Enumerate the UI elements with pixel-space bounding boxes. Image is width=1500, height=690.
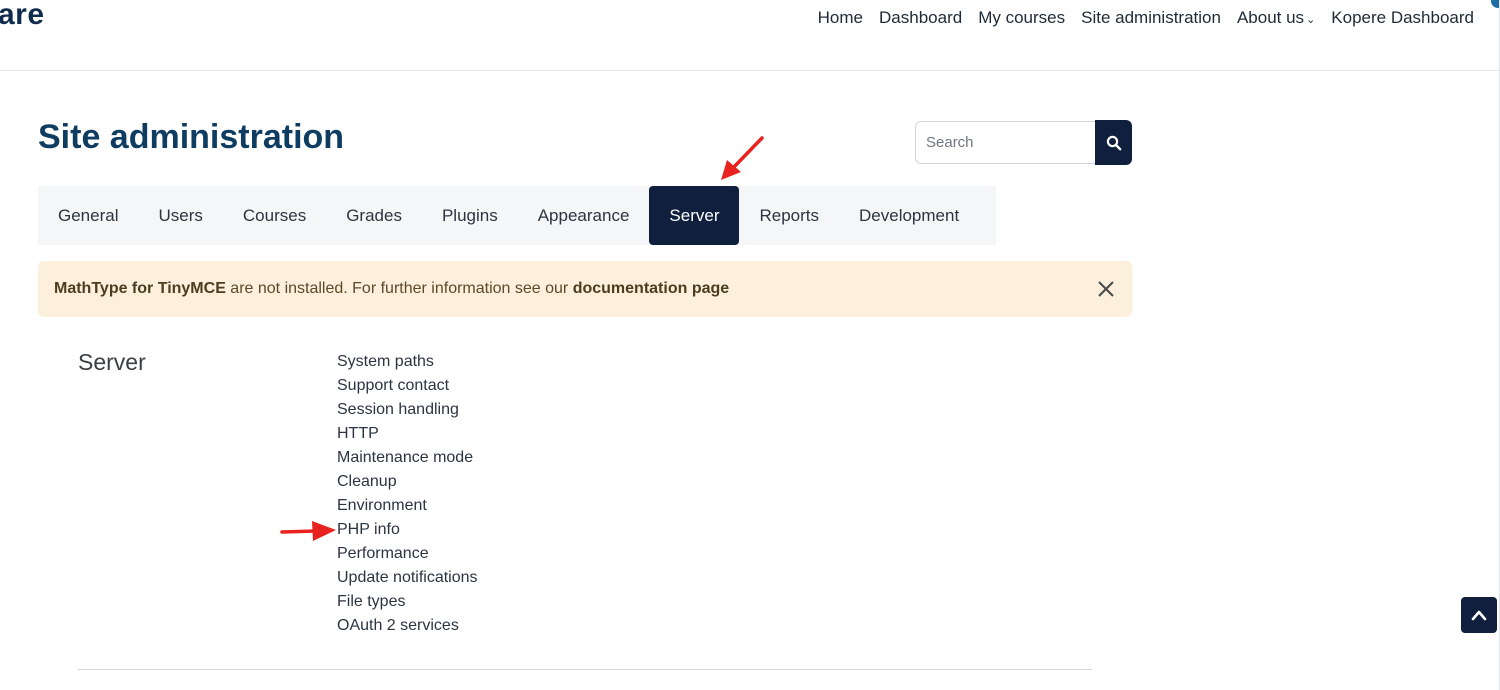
nav-home[interactable]: Home: [818, 8, 863, 28]
section-title: Server: [78, 349, 146, 375]
tab-courses[interactable]: Courses: [223, 186, 326, 245]
page: are Home Dashboard My courses Site admin…: [0, 0, 1500, 690]
nav-site-administration[interactable]: Site administration: [1081, 8, 1221, 28]
close-icon: [1098, 281, 1114, 297]
arrow-to-server-tab-icon: [721, 136, 764, 180]
link-http[interactable]: HTTP: [337, 425, 379, 442]
link-environment[interactable]: Environment: [337, 497, 427, 514]
list-item: System paths: [337, 351, 478, 375]
nav-about-us-label: About us: [1236, 8, 1305, 27]
alert-message: MathType for TinyMCE are not installed. …: [54, 280, 729, 298]
chevron-down-icon: ⌄: [1306, 14, 1316, 26]
list-item: Support contact: [337, 375, 478, 399]
server-links-list: System paths Support contact Session han…: [337, 351, 478, 639]
list-item: PHP info: [337, 519, 478, 543]
list-item: Update notifications: [337, 567, 478, 591]
tab-appearance[interactable]: Appearance: [518, 186, 650, 245]
list-item: OAuth 2 services: [337, 615, 478, 639]
list-item: Maintenance mode: [337, 447, 478, 471]
nav-dashboard[interactable]: Dashboard: [879, 8, 962, 28]
link-oauth2-services[interactable]: OAuth 2 services: [337, 617, 459, 634]
section-divider: [78, 669, 1092, 670]
tab-server[interactable]: Server: [649, 186, 740, 245]
tab-grades[interactable]: Grades: [326, 186, 422, 245]
search-icon: [1106, 135, 1121, 150]
alert-close-button[interactable]: [1092, 275, 1120, 303]
link-file-types[interactable]: File types: [337, 593, 405, 610]
link-cleanup[interactable]: Cleanup: [337, 473, 397, 490]
mathtype-alert: MathType for TinyMCE are not installed. …: [38, 261, 1132, 317]
link-support-contact[interactable]: Support contact: [337, 377, 449, 394]
top-navbar: are Home Dashboard My courses Site admin…: [0, 0, 1500, 71]
nav-kopere-dashboard[interactable]: Kopere Dashboard: [1331, 8, 1474, 28]
search-button[interactable]: [1095, 120, 1132, 165]
link-maintenance-mode[interactable]: Maintenance mode: [337, 449, 473, 466]
search-input[interactable]: [915, 121, 1095, 164]
link-session-handling[interactable]: Session handling: [337, 401, 459, 418]
list-item: Environment: [337, 495, 478, 519]
arrow-to-php-info-icon: [280, 521, 336, 541]
nav-my-courses[interactable]: My courses: [978, 8, 1065, 28]
tab-general[interactable]: General: [38, 186, 138, 245]
list-item: Performance: [337, 543, 478, 567]
link-update-notifications[interactable]: Update notifications: [337, 569, 478, 586]
nav-about-us[interactable]: About us ⌄: [1237, 8, 1315, 28]
list-item: Session handling: [337, 399, 478, 423]
page-title: Site administration: [38, 118, 345, 156]
link-performance[interactable]: Performance: [337, 545, 429, 562]
link-system-paths[interactable]: System paths: [337, 353, 434, 370]
list-item: HTTP: [337, 423, 478, 447]
link-php-info[interactable]: PHP info: [337, 521, 400, 538]
documentation-link[interactable]: documentation page: [573, 280, 729, 297]
admin-tabs: General Users Courses Grades Plugins App…: [38, 186, 996, 245]
tab-reports[interactable]: Reports: [739, 186, 839, 245]
tab-plugins[interactable]: Plugins: [422, 186, 518, 245]
list-item: File types: [337, 591, 478, 615]
back-to-top-button[interactable]: [1461, 597, 1497, 633]
chevron-up-icon: [1471, 610, 1487, 621]
admin-search: [915, 120, 1132, 166]
alert-strong-prefix: MathType for TinyMCE: [54, 280, 226, 297]
tab-development[interactable]: Development: [839, 186, 979, 245]
alert-text: are not installed. For further informati…: [225, 280, 573, 297]
list-item: Cleanup: [337, 471, 478, 495]
site-logo[interactable]: are: [0, 0, 45, 32]
primary-nav: Home Dashboard My courses Site administr…: [818, 8, 1474, 28]
tab-users[interactable]: Users: [138, 186, 222, 245]
